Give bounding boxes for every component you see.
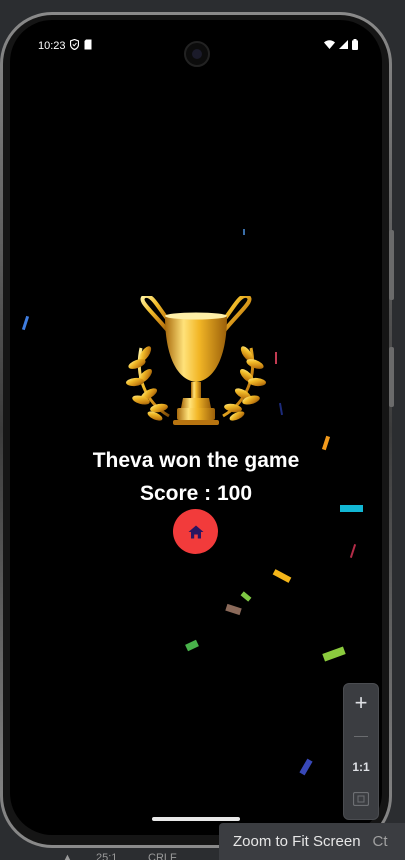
winner-text: Theva won the game [92, 449, 300, 472]
zoom-actual-label: 1:1 [352, 760, 370, 774]
gesture-nav-bar[interactable] [152, 817, 240, 821]
home-icon [188, 525, 203, 538]
confetti-piece [185, 639, 199, 652]
trophy-icon [123, 293, 269, 436]
confetti-piece [278, 402, 284, 416]
confetti-piece [225, 603, 242, 616]
wifi-icon [324, 40, 335, 49]
signal-icon [339, 40, 348, 49]
plus-icon: + [354, 690, 368, 715]
confetti-piece [21, 315, 30, 331]
zoom-actual-size-button[interactable]: 1:1 [344, 752, 378, 782]
status-time: 10:23 [38, 40, 66, 52]
shield-icon [70, 39, 79, 50]
line-separator[interactable]: CRLF [148, 852, 177, 860]
minus-icon: — [354, 727, 368, 743]
battery-icon [352, 39, 358, 50]
zoom-fit-button[interactable] [344, 784, 378, 814]
cursor-position[interactable]: 25:1 [96, 852, 117, 860]
confetti-piece [340, 505, 363, 512]
confetti-piece [322, 646, 346, 662]
zoom-tooltip: Zoom to Fit Screen Ct [219, 823, 405, 860]
tooltip-shortcut: Ct [372, 833, 388, 850]
sd-card-icon [84, 39, 92, 50]
confetti-piece [240, 591, 252, 602]
ide-status-bar: ▲ 25:1 CRLF [0, 850, 219, 860]
power-button [389, 347, 394, 407]
confetti-piece [272, 569, 292, 583]
front-camera [184, 41, 210, 67]
volume-button [389, 230, 394, 300]
warning-icon: ▲ [62, 852, 73, 860]
confetti-piece [243, 229, 245, 235]
confetti-piece [299, 758, 313, 776]
score-text: Score : 100 [139, 482, 253, 505]
fit-screen-icon [353, 792, 369, 806]
tooltip-text: Zoom to Fit Screen [233, 833, 361, 850]
confetti-piece [275, 352, 277, 364]
emulator-zoom-panel: + — 1:1 [343, 683, 379, 820]
confetti-piece [349, 544, 357, 558]
home-button[interactable] [173, 509, 218, 554]
zoom-out-button[interactable]: — [344, 720, 378, 750]
zoom-in-button[interactable]: + [344, 688, 378, 718]
device-screen: 10:23 Theva won the game Score: 100 [10, 20, 382, 835]
